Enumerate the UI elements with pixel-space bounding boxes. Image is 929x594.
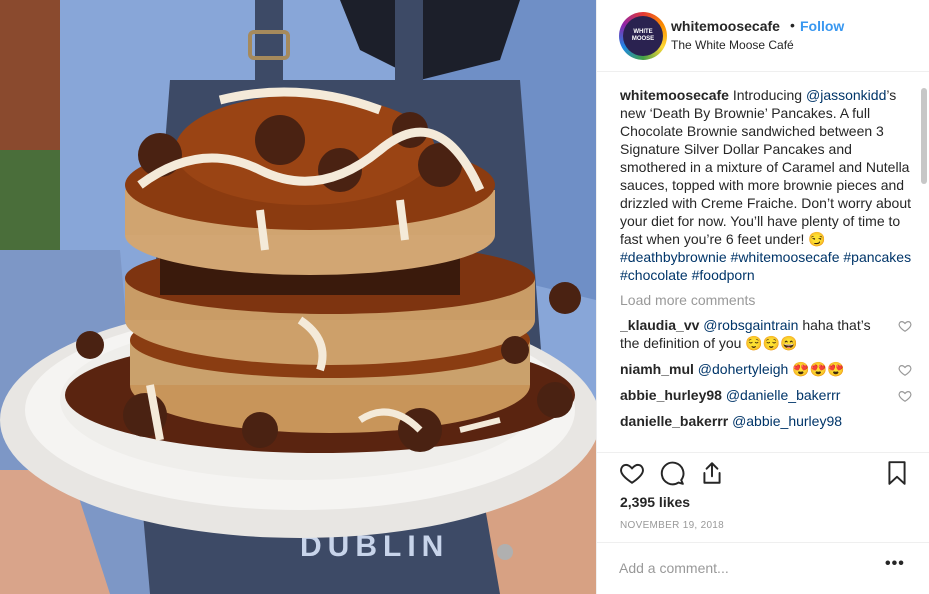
avatar[interactable]: WHITE MOOSE — [619, 12, 667, 60]
comment-like-icon[interactable] — [898, 319, 912, 333]
caption: whitemoosecafe Introducing @jassonkidd’s… — [620, 86, 912, 284]
comment-bar: ••• — [597, 542, 929, 594]
comment-mention[interactable]: @robsgaintrain — [703, 317, 798, 333]
comment-username[interactable]: abbie_hurley98 — [620, 387, 722, 403]
caption-mention[interactable]: @jassonkidd — [806, 87, 886, 103]
post-header: WHITE MOOSE whitemoosecafe • Follow The … — [597, 0, 929, 72]
header-username[interactable]: whitemoosecafe — [671, 18, 780, 34]
comment-username[interactable]: niamh_mul — [620, 361, 694, 377]
comments-scrollbar[interactable] — [921, 88, 927, 184]
comment-icon[interactable] — [659, 460, 685, 486]
post-photo[interactable]: DUBLIN — [0, 0, 596, 594]
caption-text-1: Introducing — [728, 87, 806, 103]
load-more-comments-button[interactable]: Load more comments — [620, 292, 912, 308]
comment-username[interactable]: _klaudia_vv — [620, 317, 699, 333]
comments-list[interactable]: whitemoosecafe Introducing @jassonkidd’s… — [620, 86, 912, 452]
comment-mention[interactable]: @dohertyleigh — [698, 361, 789, 377]
action-bar — [597, 452, 929, 492]
post-date: NOVEMBER 19, 2018 — [620, 520, 725, 531]
hashtag-link[interactable]: #chocolate — [620, 267, 688, 283]
comment-item: abbie_hurley98 @danielle_bakerrr — [620, 386, 912, 404]
comment-mention[interactable]: @danielle_bakerrr — [726, 387, 841, 403]
comment-item: _klaudia_vv @robsgaintrain haha that’s t… — [620, 316, 912, 352]
post-side-panel: WHITE MOOSE whitemoosecafe • Follow The … — [596, 0, 929, 594]
bookmark-icon[interactable] — [884, 460, 910, 486]
comment-username[interactable]: danielle_bakerrr — [620, 413, 728, 429]
likes-count[interactable]: 2,395 likes — [620, 494, 690, 510]
pancake-photo: DUBLIN — [0, 0, 596, 594]
follow-button[interactable]: Follow — [800, 18, 844, 34]
comment-like-icon[interactable] — [898, 363, 912, 377]
caption-text-2: ’s new ‘Death By Brownie’ Pancakes. A fu… — [620, 87, 911, 247]
hashtag-link[interactable]: #deathbybrownie — [620, 249, 727, 265]
comment-like-icon[interactable] — [898, 389, 912, 403]
comment-item: niamh_mul @dohertyleigh 😍😍😍 — [620, 360, 912, 378]
more-options-button[interactable]: ••• — [885, 555, 905, 573]
location-link[interactable]: The White Moose Café — [671, 38, 794, 52]
comment-item: danielle_bakerrr @abbie_hurley98 — [620, 412, 912, 430]
comment-input[interactable] — [619, 557, 879, 579]
hashtag-link[interactable]: #pancakes — [843, 249, 911, 265]
heart-icon[interactable] — [619, 460, 645, 486]
comment-text: 😍😍😍 — [788, 361, 845, 377]
instagram-post: DUBLIN WHITE MOOSE whitemoosecafe • Foll… — [0, 0, 929, 594]
share-icon[interactable] — [699, 460, 725, 486]
hashtag-link[interactable]: #foodporn — [692, 267, 755, 283]
hashtag-link[interactable]: #whitemoosecafe — [731, 249, 840, 265]
comment-mention[interactable]: @abbie_hurley98 — [732, 413, 842, 429]
avatar-logo: WHITE MOOSE — [623, 16, 663, 56]
caption-username[interactable]: whitemoosecafe — [620, 87, 729, 103]
header-separator: • — [790, 17, 795, 33]
